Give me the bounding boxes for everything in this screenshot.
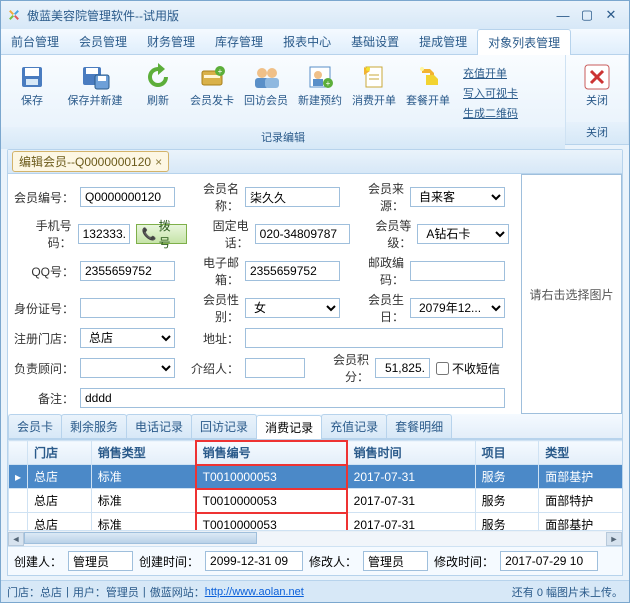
ribbon-button[interactable]: +新建预约 <box>293 59 347 110</box>
col-header[interactable]: 类型 <box>539 441 622 465</box>
ribbon-button[interactable]: 回访会员 <box>239 59 293 110</box>
level-select[interactable]: A钻石卡 <box>417 224 509 244</box>
source-select[interactable]: 自来客 <box>410 187 505 207</box>
email-field[interactable] <box>245 261 340 281</box>
remark-field[interactable] <box>80 388 505 408</box>
modifier-field <box>363 551 428 571</box>
ribbon-button[interactable]: 刷新 <box>131 59 185 110</box>
menu-item[interactable]: 会员管理 <box>69 29 137 54</box>
ribbon-button[interactable]: 保存并新建 <box>59 59 131 110</box>
maximize-button[interactable]: ▢ <box>575 6 599 24</box>
menu-item[interactable]: 财务管理 <box>137 29 205 54</box>
ribbon-icon: + <box>196 61 228 93</box>
idcard-field[interactable] <box>80 298 175 318</box>
col-header[interactable] <box>9 441 28 465</box>
ribbon-icon <box>412 61 444 93</box>
menu-item[interactable]: 提成管理 <box>409 29 477 54</box>
close-window-button[interactable]: ✕ <box>599 6 623 24</box>
scroll-left-button[interactable]: ◄ <box>8 532 24 546</box>
address-field[interactable] <box>245 328 503 348</box>
menu-item[interactable]: 基础设置 <box>341 29 409 54</box>
site-link[interactable]: http://www.aolan.net <box>205 586 304 598</box>
menu-item[interactable]: 库存管理 <box>205 29 273 54</box>
photo-box[interactable]: 请右击选择图片 <box>521 174 622 414</box>
ribbon-icon: + <box>304 61 336 93</box>
ribbon-icon <box>250 61 282 93</box>
ribbon-icon <box>79 61 111 93</box>
inner-tab[interactable]: 会员卡 <box>8 414 62 438</box>
ribbon-button[interactable]: 消费开单 <box>347 59 401 110</box>
ribbon-button[interactable]: +会员发卡 <box>185 59 239 110</box>
col-header[interactable]: 销售编号 <box>196 441 347 465</box>
grid[interactable]: 门店销售类型销售编号销售时间项目类型名称▸总店标准T00100000532017… <box>8 439 622 530</box>
ribbon-icon <box>142 61 174 93</box>
svg-text:+: + <box>218 67 223 76</box>
birthday-select[interactable]: 2079年12... <box>410 298 505 318</box>
phone-icon: 📞 <box>142 227 157 241</box>
gender-select[interactable]: 女 <box>245 298 340 318</box>
inner-tab[interactable]: 消费记录 <box>256 415 322 439</box>
ribbon-icon <box>358 61 390 93</box>
qq-field[interactable] <box>80 261 175 281</box>
member-no-field[interactable] <box>80 187 175 207</box>
creator-field <box>68 551 133 571</box>
ribbon-button[interactable]: 套餐开单 <box>401 59 455 110</box>
advisor-select[interactable] <box>80 358 175 378</box>
ribbon-link[interactable]: 写入可视卡 <box>463 85 518 101</box>
close-tab-icon[interactable]: × <box>155 155 162 169</box>
inner-tab[interactable]: 充值记录 <box>321 414 387 438</box>
inner-tab[interactable]: 电话记录 <box>126 414 192 438</box>
table-row[interactable]: 总店标准T00100000532017-07-31服务面部基护基础 <box>9 513 623 531</box>
create-time-field <box>205 551 303 571</box>
menu-item[interactable]: 报表中心 <box>273 29 341 54</box>
col-header[interactable]: 项目 <box>475 441 539 465</box>
minimize-button[interactable]: — <box>551 6 575 24</box>
scroll-right-button[interactable]: ► <box>606 532 622 546</box>
member-name-field[interactable] <box>245 187 340 207</box>
menu-item[interactable]: 对象列表管理 <box>477 29 571 55</box>
table-row[interactable]: 总店标准T00100000532017-07-31服务面部特护面部 <box>9 489 623 513</box>
scroll-thumb[interactable] <box>24 532 257 544</box>
upload-status: 还有 0 幅图片未上传。 <box>512 584 623 600</box>
no-sms-checkbox[interactable]: 不收短信 <box>436 360 500 377</box>
mobile-field[interactable] <box>78 224 130 244</box>
close-icon <box>581 61 613 93</box>
ribbon-link[interactable]: 充值开单 <box>463 65 507 81</box>
app-logo-icon <box>7 8 21 22</box>
postcode-field[interactable] <box>410 261 505 281</box>
statusbar: 门店：总店 | 用户：管理员 | 傲蓝网站：http://www.aolan.n… <box>1 580 629 602</box>
col-header[interactable]: 门店 <box>28 441 92 465</box>
modify-time-field <box>500 551 598 571</box>
reg-store-select[interactable]: 总店 <box>80 328 175 348</box>
col-header[interactable]: 销售时间 <box>347 441 475 465</box>
inner-tab[interactable]: 剩余服务 <box>61 414 127 438</box>
phone-field[interactable] <box>255 224 350 244</box>
window-title: 傲蓝美容院管理软件--试用版 <box>27 7 179 24</box>
referrer-field[interactable] <box>245 358 305 378</box>
inner-tabs: 会员卡剩余服务电话记录回访记录消费记录充值记录套餐明细 <box>8 414 622 439</box>
inner-tab[interactable]: 回访记录 <box>191 414 257 438</box>
table-row[interactable]: ▸总店标准T00100000532017-07-31服务面部基护面部 <box>9 465 623 489</box>
ribbon-link[interactable]: 生成二维码 <box>463 105 518 121</box>
ribbon: 保存保存并新建刷新+会员发卡回访会员+新建预约消费开单套餐开单充值开单写入可视卡… <box>1 55 629 145</box>
document-tab[interactable]: 编辑会员--Q0000000120 × <box>12 151 169 172</box>
close-button[interactable]: 关闭 <box>570 59 624 110</box>
ribbon-close-group-label: 关闭 <box>566 122 628 144</box>
dial-button[interactable]: 📞拨号 <box>136 224 187 244</box>
points-field <box>375 358 430 378</box>
col-header[interactable]: 销售类型 <box>91 441 196 465</box>
inner-tab[interactable]: 套餐明细 <box>386 414 452 438</box>
menu-item[interactable]: 前台管理 <box>1 29 69 54</box>
menubar: 前台管理会员管理财务管理库存管理报表中心基础设置提成管理对象列表管理 <box>1 29 629 55</box>
ribbon-icon <box>16 61 48 93</box>
ribbon-button[interactable]: 保存 <box>5 59 59 110</box>
hscrollbar[interactable]: ◄ ► <box>8 530 622 546</box>
svg-text:+: + <box>326 79 331 88</box>
